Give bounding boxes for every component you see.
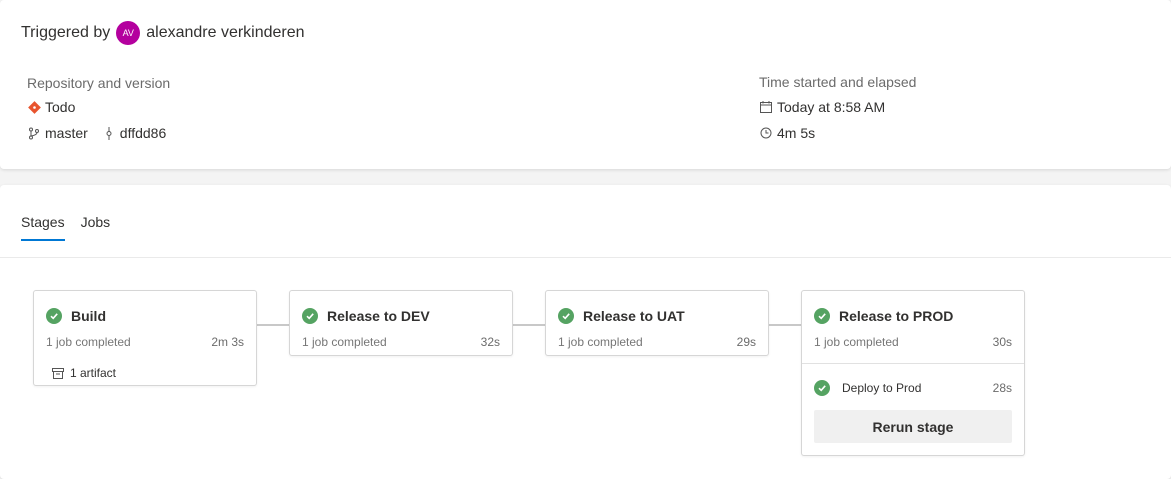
stage-duration: 2m 3s — [211, 335, 244, 349]
commit-id[interactable]: dffdd86 — [120, 125, 166, 141]
job-row[interactable]: Deploy to Prod 28s — [802, 364, 1024, 398]
repository-name[interactable]: Todo — [45, 99, 75, 115]
clock-icon — [759, 126, 773, 140]
triggered-by-label: Triggered by — [21, 24, 111, 41]
stage-name: Release to PROD — [839, 307, 954, 324]
tab-divider — [0, 257, 1171, 258]
stages-panel: Stages Jobs Build 1 job completed 2m 3s … — [0, 185, 1171, 479]
commit-icon — [102, 126, 116, 140]
success-check-icon — [814, 307, 830, 324]
triggered-by: Triggered by AV alexandre verkinderen — [21, 20, 305, 46]
stage-release-prod[interactable]: Release to PROD 1 job completed 30s Depl… — [801, 290, 1025, 456]
stage-status: 1 job completed — [558, 335, 643, 349]
stage-status: 1 job completed — [814, 335, 899, 349]
success-check-icon — [46, 307, 62, 324]
stage-name: Release to DEV — [327, 307, 430, 324]
stage-connector — [769, 324, 801, 326]
stage-duration: 29s — [736, 335, 756, 349]
rerun-stage-button[interactable]: Rerun stage — [814, 410, 1012, 443]
stage-name: Build — [71, 307, 106, 324]
stage-status: 1 job completed — [46, 335, 131, 349]
artifact-link[interactable]: 1 artifact — [34, 355, 256, 385]
branch-name[interactable]: master — [45, 125, 88, 141]
calendar-icon — [759, 100, 773, 114]
branch-icon — [27, 126, 41, 140]
avatar[interactable]: AV — [116, 21, 141, 45]
artifact-label[interactable]: 1 artifact — [70, 366, 116, 380]
stage-status: 1 job completed — [302, 335, 387, 349]
repository-label: Repository and version — [27, 75, 171, 91]
stage-build[interactable]: Build 1 job completed 2m 3s 1 artifact — [33, 290, 257, 386]
elapsed-time: 4m 5s — [777, 125, 816, 141]
git-repo-icon — [27, 100, 41, 114]
run-summary-card: Triggered by AV alexandre verkinderen Re… — [0, 0, 1171, 169]
started-row: Today at 8:58 AM — [759, 99, 885, 115]
job-duration: 28s — [992, 380, 1012, 395]
success-check-icon — [558, 307, 574, 324]
success-check-icon — [814, 379, 830, 396]
success-check-icon — [302, 307, 318, 324]
artifact-icon — [52, 367, 64, 379]
job-name[interactable]: Deploy to Prod — [842, 381, 993, 395]
user-name[interactable]: alexandre verkinderen — [146, 24, 304, 42]
started-time: Today at 8:58 AM — [777, 99, 886, 115]
repository-row[interactable]: Todo — [27, 99, 75, 115]
stage-connector — [257, 324, 289, 326]
elapsed-row: 4m 5s — [759, 125, 815, 141]
tab-bar: Stages Jobs — [21, 214, 110, 241]
stage-release-uat[interactable]: Release to UAT 1 job completed 29s — [545, 290, 769, 356]
stage-release-dev[interactable]: Release to DEV 1 job completed 32s — [289, 290, 513, 356]
version-row: master dffdd86 — [27, 125, 166, 141]
stage-connector — [513, 324, 545, 326]
time-label: Time started and elapsed — [759, 74, 917, 90]
tab-stages[interactable]: Stages — [21, 214, 65, 241]
stage-name: Release to UAT — [583, 307, 685, 324]
stage-duration: 32s — [480, 335, 500, 349]
tab-jobs[interactable]: Jobs — [81, 214, 111, 241]
stage-duration: 30s — [992, 335, 1012, 349]
